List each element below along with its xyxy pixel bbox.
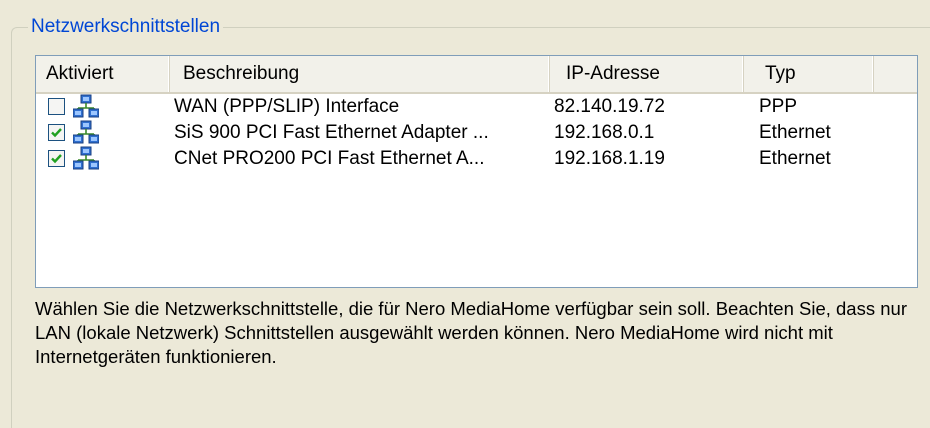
column-header-empty [874, 56, 918, 92]
row-type: PPP [759, 96, 798, 117]
enabled-checkbox[interactable] [48, 124, 65, 141]
groupbox-title: Netzwerkschnittstellen [28, 16, 224, 38]
network-icon [73, 94, 99, 118]
network-icon [73, 146, 99, 170]
row-ip-address: 192.168.0.1 [554, 122, 655, 143]
network-icon [73, 120, 99, 144]
column-header-beschreibung[interactable]: Beschreibung [170, 56, 550, 92]
column-header-typ[interactable]: Typ [744, 56, 874, 92]
row-description: SiS 900 PCI Fast Ethernet Adapter ... [174, 122, 489, 143]
row-type: Ethernet [759, 148, 831, 169]
list-header: Aktiviert Beschreibung IP-Adresse Typ [36, 56, 917, 94]
row-ip-address: 82.140.19.72 [554, 96, 665, 117]
enabled-checkbox[interactable] [48, 150, 65, 167]
row-type: Ethernet [759, 122, 831, 143]
enabled-checkbox[interactable] [48, 98, 65, 115]
checkmark-icon [51, 154, 62, 164]
row-ip-address: 192.168.1.19 [554, 148, 665, 169]
row-description: CNet PRO200 PCI Fast Ethernet A... [174, 148, 485, 169]
network-interfaces-list[interactable]: Aktiviert Beschreibung IP-Adresse Typ WA… [35, 55, 918, 288]
table-row[interactable]: WAN (PPP/SLIP) Interface 82.140.19.72 PP… [36, 94, 917, 120]
info-text: Wählen Sie die Netzwerkschnittstelle, di… [35, 298, 907, 367]
column-header-aktiviert[interactable]: Aktiviert [36, 56, 170, 92]
checkmark-icon [51, 128, 62, 138]
table-row[interactable]: CNet PRO200 PCI Fast Ethernet A... 192.1… [36, 146, 917, 172]
column-header-ip-adresse[interactable]: IP-Adresse [550, 56, 744, 92]
row-description: WAN (PPP/SLIP) Interface [174, 96, 400, 117]
table-row[interactable]: SiS 900 PCI Fast Ethernet Adapter ... 19… [36, 120, 917, 146]
